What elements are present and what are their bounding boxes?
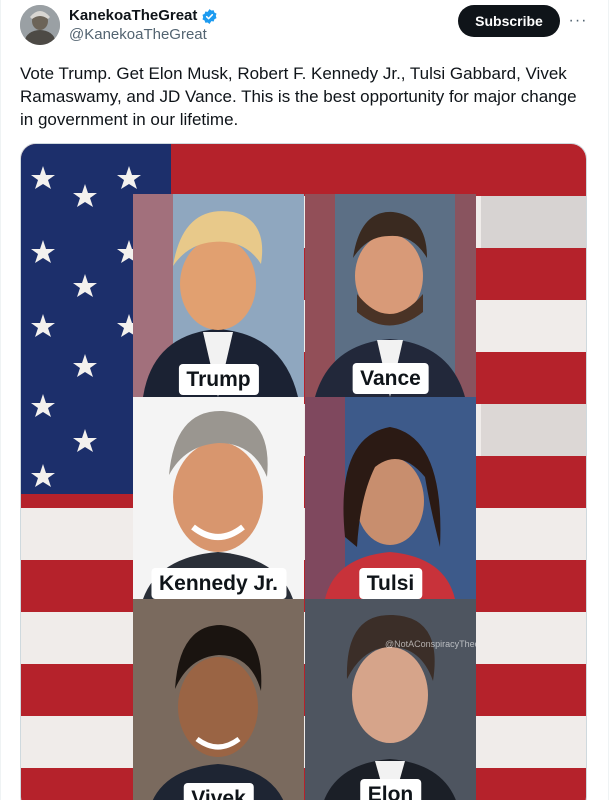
author-display-name[interactable]: KanekoaTheGreat bbox=[69, 7, 197, 25]
avatar[interactable] bbox=[20, 5, 60, 45]
image-watermark: @NotAConspiracyTheory bbox=[385, 639, 476, 649]
photo-elon: @NotAConspiracyTheory Elon bbox=[305, 599, 476, 800]
more-options-icon[interactable]: ··· bbox=[565, 8, 591, 34]
photo-vivek: Vivek bbox=[133, 599, 304, 800]
tweet-text: Vote Trump. Get Elon Musk, Robert F. Ken… bbox=[20, 64, 577, 129]
verified-badge-icon bbox=[201, 8, 218, 25]
subscribe-button[interactable]: Subscribe bbox=[458, 5, 560, 37]
tweet-post: KanekoaTheGreat @KanekoaTheGreat Subscri… bbox=[0, 0, 609, 800]
tweet-media-image[interactable]: Trump Vance Kennedy Jr. Tulsi Vivek @Not… bbox=[20, 143, 587, 800]
author-name-row[interactable]: KanekoaTheGreat bbox=[69, 7, 218, 25]
avatar-image bbox=[20, 5, 60, 45]
label-vance: Vance bbox=[352, 363, 429, 394]
candidate-photo-grid: Trump Vance Kennedy Jr. Tulsi Vivek @Not… bbox=[133, 194, 476, 800]
author-handle[interactable]: @KanekoaTheGreat bbox=[69, 26, 207, 44]
label-tulsi: Tulsi bbox=[358, 568, 423, 599]
photo-vance: Vance bbox=[305, 194, 476, 397]
label-kennedy: Kennedy Jr. bbox=[150, 568, 287, 599]
label-vivek: Vivek bbox=[183, 783, 254, 800]
photo-kennedy: Kennedy Jr. bbox=[133, 397, 304, 599]
photo-tulsi: Tulsi bbox=[305, 397, 476, 599]
photo-trump: Trump bbox=[133, 194, 304, 397]
label-trump: Trump bbox=[178, 364, 259, 395]
label-elon: Elon bbox=[359, 779, 422, 800]
